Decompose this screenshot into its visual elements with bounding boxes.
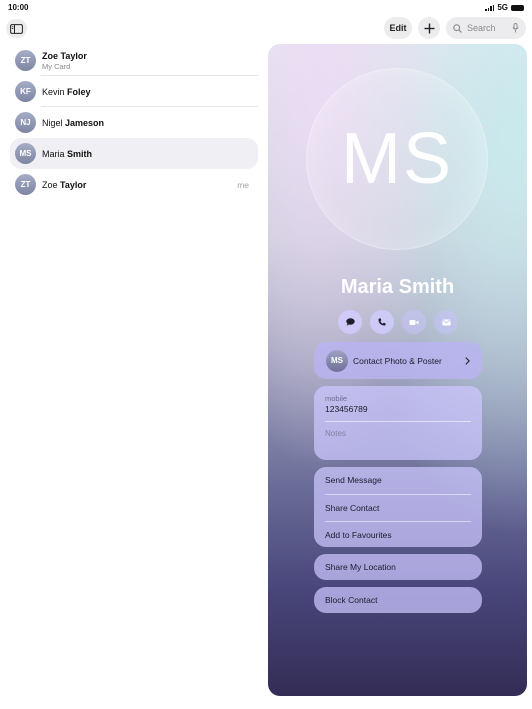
avatar: MS bbox=[15, 143, 36, 164]
call-button[interactable] bbox=[370, 310, 394, 334]
contact-info-section: mobile 123456789 Notes bbox=[314, 386, 482, 460]
contact-row[interactable]: KF Kevin Foley bbox=[10, 76, 258, 107]
status-right: 5G bbox=[485, 3, 524, 12]
search-field[interactable]: Search bbox=[446, 17, 526, 39]
add-contact-button[interactable] bbox=[418, 17, 440, 39]
message-button[interactable] bbox=[338, 310, 362, 334]
avatar: NJ bbox=[15, 112, 36, 133]
contact-row[interactable]: NJ Nigel Jameson bbox=[10, 107, 258, 138]
chevron-right-icon bbox=[465, 356, 470, 365]
contact-name: Nigel Jameson bbox=[42, 117, 105, 128]
contact-photo[interactable]: MS bbox=[306, 68, 488, 250]
sidebar-icon bbox=[10, 23, 23, 34]
phone-number[interactable]: 123456789 bbox=[325, 404, 471, 414]
contact-actions-group: Send Message Share Contact Add to Favour… bbox=[314, 467, 482, 547]
status-time: 10:00 bbox=[8, 3, 29, 12]
avatar: ZT bbox=[15, 50, 36, 71]
contact-name: Maria Smith bbox=[42, 148, 93, 159]
me-label: me bbox=[237, 179, 249, 190]
status-bar: 10:00 5G bbox=[0, 0, 532, 14]
network-label: 5G bbox=[497, 3, 508, 12]
message-icon bbox=[345, 318, 355, 326]
phone-label: mobile bbox=[325, 394, 348, 403]
search-icon bbox=[453, 23, 462, 33]
contact-photo-poster-button[interactable]: MS Contact Photo & Poster bbox=[314, 342, 482, 379]
quick-actions bbox=[338, 310, 458, 334]
battery-icon bbox=[511, 4, 524, 11]
contact-row-selected[interactable]: MS Maria Smith bbox=[10, 138, 258, 169]
video-icon bbox=[409, 319, 419, 325]
contact-name: Zoe Taylor bbox=[42, 50, 87, 61]
contact-initials: MS bbox=[341, 119, 453, 199]
contact-name: Kevin Foley bbox=[42, 86, 91, 97]
contact-name: Zoe Taylor bbox=[42, 179, 87, 190]
mail-button[interactable] bbox=[434, 310, 458, 334]
block-contact-button[interactable]: Block Contact bbox=[314, 587, 482, 613]
search-placeholder: Search bbox=[467, 23, 496, 33]
contact-card: MS Maria Smith MS Contact Photo & Poster… bbox=[268, 44, 527, 696]
avatar: KF bbox=[15, 81, 36, 102]
share-my-location-button[interactable]: Share My Location bbox=[314, 554, 482, 580]
edit-button[interactable]: Edit bbox=[384, 17, 412, 39]
microphone-icon[interactable] bbox=[512, 23, 519, 33]
my-card-label: My Card bbox=[42, 61, 71, 71]
add-to-favourites-button[interactable]: Add to Favourites bbox=[325, 522, 471, 549]
contact-card-name: Maria Smith bbox=[340, 276, 455, 298]
sidebar-toggle-button[interactable] bbox=[6, 19, 27, 38]
signal-icon bbox=[485, 4, 495, 11]
video-button[interactable] bbox=[402, 310, 426, 334]
contact-list: ZT Zoe Taylor My Card KF Kevin Foley NJ … bbox=[10, 45, 258, 200]
top-right-toolbar: Edit Search bbox=[384, 17, 526, 39]
avatar: MS bbox=[326, 349, 348, 372]
contact-row[interactable]: ZT Zoe Taylor me bbox=[10, 169, 258, 200]
notes-field[interactable]: Notes bbox=[325, 429, 471, 438]
plus-icon bbox=[424, 23, 434, 33]
send-message-button[interactable]: Send Message bbox=[325, 467, 471, 494]
divider bbox=[325, 421, 471, 422]
avatar: ZT bbox=[15, 174, 36, 195]
mail-icon bbox=[442, 319, 450, 325]
contact-photo-poster-label: Contact Photo & Poster bbox=[353, 355, 442, 366]
contact-row-my-card[interactable]: ZT Zoe Taylor My Card bbox=[10, 45, 258, 76]
phone-icon bbox=[378, 318, 386, 326]
share-contact-button[interactable]: Share Contact bbox=[325, 495, 471, 522]
